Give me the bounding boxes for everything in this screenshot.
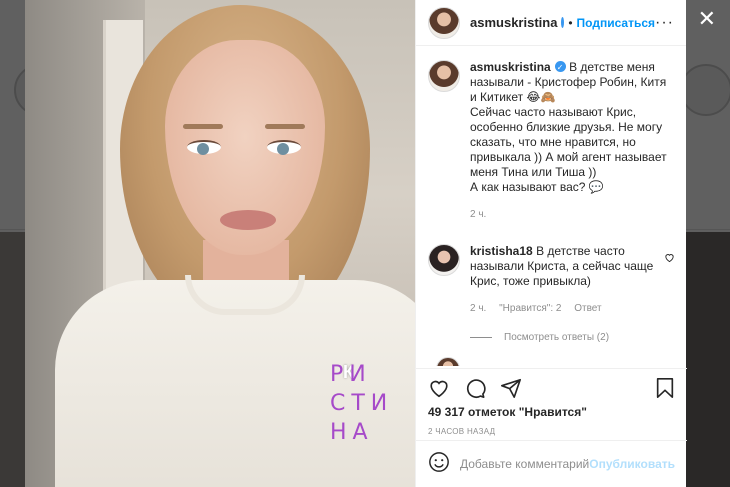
comment-time[interactable]: 2 ч. [470,303,486,314]
verified-icon [561,16,570,28]
left-brow [183,124,223,129]
author-avatar[interactable] [428,60,460,92]
right-eye [267,140,301,155]
likes-count[interactable]: 49 317 отметок "Нравится" [428,405,675,419]
caption-time[interactable]: 2 ч. [470,209,486,220]
left-eye [187,140,221,155]
reply-button[interactable]: Ответ [574,303,601,314]
comment-row: kristisha18 В детстве часто называли Кри… [428,244,675,316]
next-comment-avatar[interactable] [436,357,460,366]
author-username[interactable]: asmuskristina [470,15,557,30]
view-replies-label: Посмотреть ответы (2) [504,332,610,343]
author-avatar[interactable] [428,6,460,39]
commenter-avatar[interactable] [428,244,460,276]
comment-composer: Опубликовать [416,440,687,487]
comment-icon[interactable] [464,377,486,399]
caption-text-2: Сейчас часто называют Крис, особенно бли… [470,105,667,179]
caption-username[interactable]: asmuskristina [470,60,551,74]
more-options-icon[interactable]: ··· [655,14,674,32]
right-brow [265,124,305,129]
share-icon[interactable] [500,377,522,399]
comment-input[interactable] [460,457,590,471]
comment-likes[interactable]: "Нравится": 2 [499,303,561,314]
post-header: asmuskristina • Подписаться ··· [416,0,686,46]
caption-text-3: А как называют вас? 💬 [470,180,604,194]
verified-icon [554,60,566,75]
post-modal: К РИ СТИ НА asmuskristina • Подписаться … [25,0,687,487]
comment-username[interactable]: kristisha18 [470,244,533,258]
close-icon[interactable]: ✕ [698,8,716,30]
caption: asmuskristina В детстве меня называли - … [428,60,675,222]
post-actions: 49 317 отметок "Нравится" 2 ЧАСОВ НАЗАД [416,368,687,436]
comments-list[interactable]: asmuskristina В детстве меня называли - … [416,46,687,366]
post-side-panel: asmuskristina • Подписаться ··· asmuskri… [415,0,687,487]
sweater-handwriting: РИ СТИ НА [330,362,394,445]
comment-like-icon[interactable] [664,252,675,266]
heart-icon[interactable] [428,377,450,399]
bookmark-icon[interactable] [655,377,675,399]
post-photo[interactable]: К РИ СТИ НА [25,0,415,487]
follow-button[interactable]: Подписаться [577,16,655,30]
view-replies-button[interactable]: Посмотреть ответы (2) [470,332,675,343]
lips [220,210,276,230]
post-timestamp[interactable]: 2 ЧАСОВ НАЗАД [428,427,675,436]
emoji-icon[interactable] [428,451,450,478]
publish-button[interactable]: Опубликовать [589,457,675,471]
